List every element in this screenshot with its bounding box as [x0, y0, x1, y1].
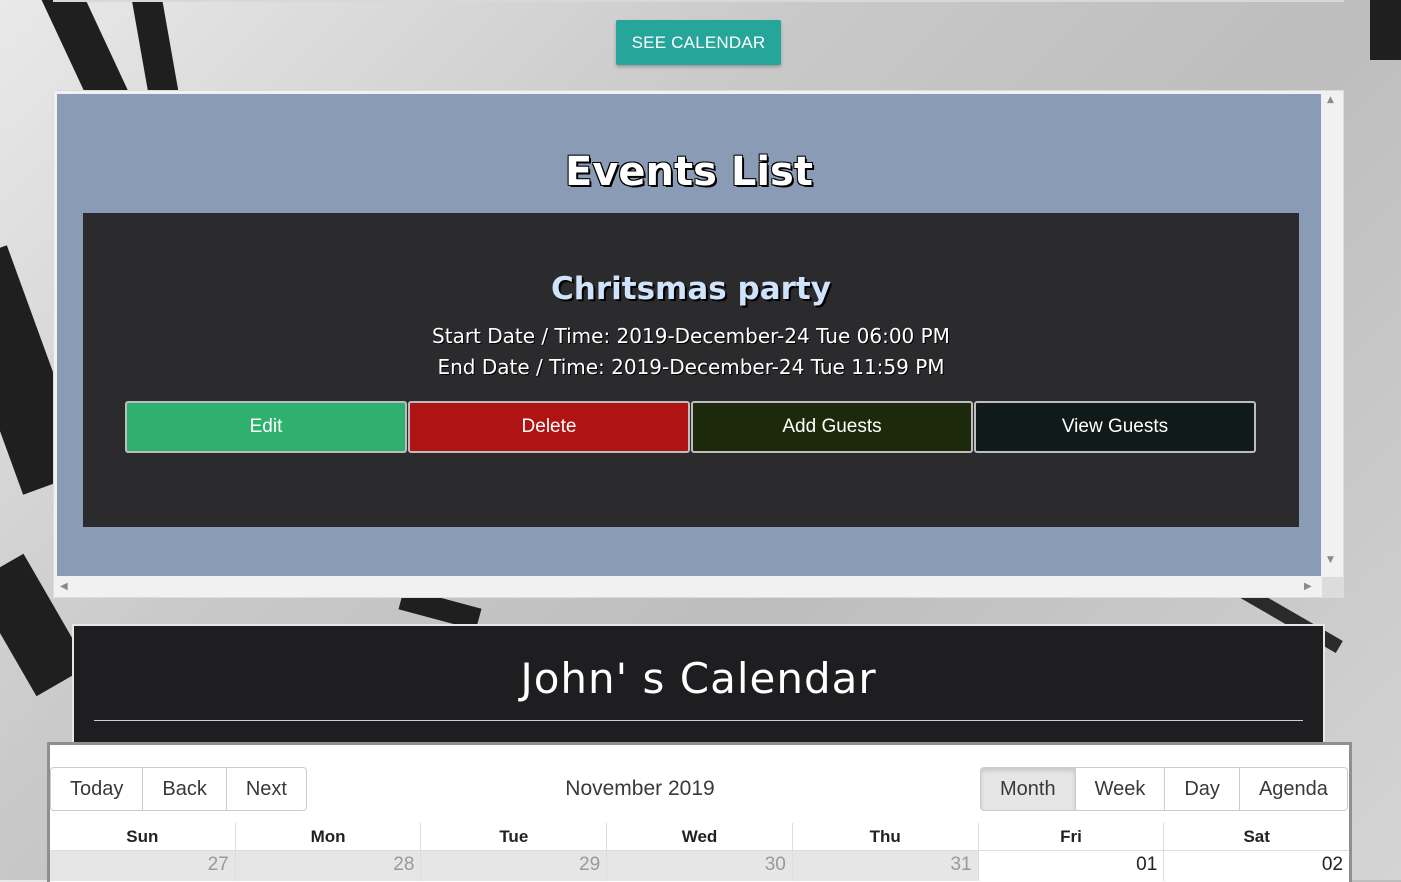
weekday-header: Mon — [234, 823, 421, 851]
weekday-header: Sun — [50, 823, 235, 851]
week-row: 27 28 29 30 31 01 02 — [50, 851, 1349, 881]
view-guests-button[interactable]: View Guests — [974, 401, 1256, 453]
agenda-view-button[interactable]: Agenda — [1238, 767, 1348, 811]
events-list-frame[interactable]: Events List Chritsmas party Start Date /… — [53, 90, 1344, 598]
weekday-header: Wed — [606, 823, 792, 851]
calendar-view-group: Month Week Day Agenda — [980, 767, 1348, 811]
day-cell[interactable]: 31 — [791, 851, 978, 881]
edit-button[interactable]: Edit — [125, 401, 407, 453]
see-calendar-button[interactable]: SEE CALENDAR — [616, 20, 781, 65]
month-grid: Sun Mon Tue Wed Thu Fri Sat 27 28 29 30 … — [50, 823, 1350, 881]
scrollbar-corner — [1322, 577, 1343, 597]
event-start-date: Start Date / Time: 2019-December-24 Tue … — [432, 324, 950, 348]
scroll-right-arrow-icon[interactable]: ▶ — [1304, 581, 1312, 592]
day-cell[interactable]: 02 — [1163, 851, 1349, 881]
calendar-month-label: November 2019 — [565, 777, 715, 800]
calendar-title: John' s Calendar — [520, 654, 877, 703]
title-divider — [94, 720, 1303, 721]
weekday-header: Sat — [1163, 823, 1350, 851]
events-list-title: Events List — [565, 149, 813, 195]
weekday-header: Tue — [420, 823, 607, 851]
event-name: Chritsmas party — [551, 271, 831, 307]
scroll-up-arrow-icon[interactable]: ▲ — [1327, 95, 1334, 105]
clock-numeral-shape — [130, 0, 180, 102]
event-end-date: End Date / Time: 2019-December-24 Tue 11… — [437, 355, 945, 379]
weekday-header-row: Sun Mon Tue Wed Thu Fri Sat — [50, 823, 1350, 851]
top-divider — [53, 0, 1344, 2]
day-cell[interactable]: 29 — [420, 851, 607, 881]
back-button[interactable]: Back — [142, 767, 227, 811]
today-button[interactable]: Today — [50, 767, 144, 811]
horizontal-scrollbar[interactable]: ◀ ▶ — [54, 577, 1322, 597]
add-guests-button[interactable]: Add Guests — [691, 401, 973, 453]
day-cell[interactable]: 30 — [606, 851, 792, 881]
event-card: Chritsmas party Start Date / Time: 2019-… — [83, 213, 1299, 527]
scroll-left-arrow-icon[interactable]: ◀ — [60, 581, 68, 592]
day-view-button[interactable]: Day — [1164, 767, 1240, 811]
vertical-scrollbar[interactable]: ▲ ▼ — [1322, 91, 1343, 577]
day-cell[interactable]: 01 — [977, 851, 1164, 881]
scroll-down-arrow-icon[interactable]: ▼ — [1327, 555, 1334, 565]
month-view-button[interactable]: Month — [980, 767, 1076, 811]
events-list-panel: Events List Chritsmas party Start Date /… — [57, 94, 1321, 576]
week-view-button[interactable]: Week — [1074, 767, 1166, 811]
calendar-nav-group: Today Back Next — [50, 767, 307, 811]
day-cell[interactable]: 27 — [50, 851, 235, 881]
weekday-header: Fri — [977, 823, 1164, 851]
weekday-header: Thu — [791, 823, 978, 851]
calendar-header-panel: John' s Calendar — [72, 624, 1325, 754]
clock-numeral-shape — [1370, 0, 1401, 60]
delete-button[interactable]: Delete — [408, 401, 690, 453]
next-button[interactable]: Next — [225, 767, 307, 811]
calendar-widget: Today Back Next November 2019 Month Week… — [47, 742, 1352, 882]
day-cell[interactable]: 28 — [234, 851, 421, 881]
